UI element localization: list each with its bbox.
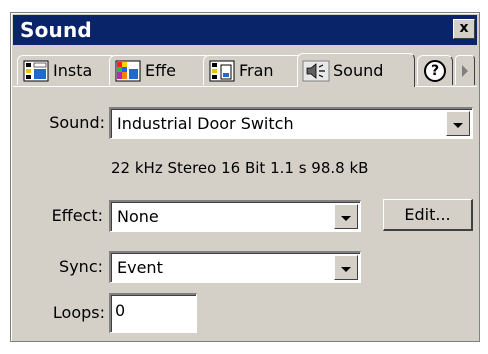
tab-frame[interactable]: Fran xyxy=(203,55,305,85)
sync-dropdown-button[interactable] xyxy=(334,255,358,280)
sound-panel: Sound x Insta Effe Fran Sound ? Sound: I… xyxy=(10,12,480,342)
effect-select[interactable]: None xyxy=(109,200,361,232)
effect-icon xyxy=(114,60,142,82)
loops-input[interactable]: 0 xyxy=(109,293,197,333)
tab-effect[interactable]: Effe xyxy=(109,55,211,85)
sync-select-value: Event xyxy=(117,258,163,277)
panel-tabs: Insta Effe Fran Sound ? xyxy=(15,53,475,87)
title-bar[interactable]: Sound x xyxy=(13,15,477,45)
effect-label: Effect: xyxy=(51,206,103,225)
tab-instance-label: Insta xyxy=(53,61,93,80)
sound-select-value: Industrial Door Switch xyxy=(117,114,294,133)
instance-icon xyxy=(22,60,50,82)
loops-input-value: 0 xyxy=(115,301,126,320)
chevron-down-icon xyxy=(453,123,463,128)
sync-select[interactable]: Event xyxy=(109,251,361,283)
loops-label: Loops: xyxy=(52,303,105,322)
close-button[interactable]: x xyxy=(453,19,475,39)
chevron-right-icon xyxy=(462,64,468,77)
sound-label: Sound: xyxy=(49,113,105,132)
help-tab[interactable]: ? xyxy=(417,55,453,85)
sound-icon xyxy=(302,60,330,82)
effect-dropdown-button[interactable] xyxy=(334,204,358,229)
tab-sound[interactable]: Sound xyxy=(297,53,415,87)
tab-scroll-right-button[interactable] xyxy=(455,55,475,85)
tab-sound-label: Sound xyxy=(333,61,384,80)
sync-label: Sync: xyxy=(59,257,103,276)
effect-select-value: None xyxy=(117,207,159,226)
sound-dropdown-button[interactable] xyxy=(446,111,470,136)
tab-frame-label: Fran xyxy=(239,61,274,80)
sound-info-text: 22 kHz Stereo 16 Bit 1.1 s 98.8 kB xyxy=(111,159,369,177)
chevron-down-icon xyxy=(341,216,351,221)
tab-effect-label: Effe xyxy=(145,61,176,80)
panel-title: Sound xyxy=(20,18,92,42)
frame-icon xyxy=(208,60,236,82)
chevron-down-icon xyxy=(341,267,351,272)
edit-button[interactable]: Edit... xyxy=(383,199,473,231)
help-icon: ? xyxy=(424,59,446,82)
close-icon: x xyxy=(459,20,469,36)
sound-select[interactable]: Industrial Door Switch xyxy=(109,107,473,139)
tab-instance[interactable]: Insta xyxy=(17,55,117,85)
